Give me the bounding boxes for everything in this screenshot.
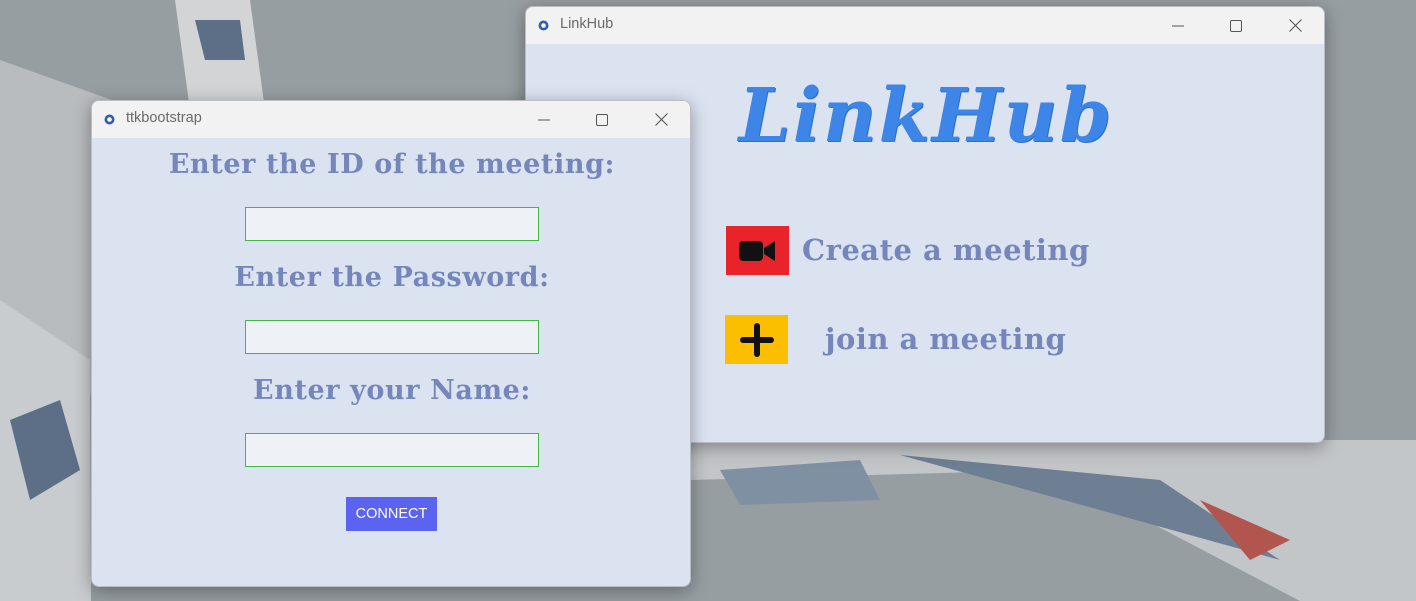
maximize-button[interactable] (579, 101, 625, 138)
linkhub-titlebar[interactable]: LinkHub (526, 7, 1324, 44)
plus-icon (739, 322, 774, 357)
close-icon (654, 113, 668, 126)
meeting-id-label: Enter the ID of the meeting: (168, 149, 616, 180)
close-button[interactable] (638, 101, 684, 138)
name-input[interactable] (245, 433, 539, 467)
ttk-titlebar[interactable]: ttkbootstrap (92, 101, 690, 138)
minimize-icon (1172, 25, 1184, 26)
create-meeting-label[interactable]: Create a meeting (802, 233, 1090, 267)
maximize-icon (596, 113, 608, 126)
app-icon (538, 20, 549, 31)
window-title: ttkbootstrap (126, 110, 202, 126)
window-title: LinkHub (560, 16, 614, 32)
connect-button[interactable]: CONNECT (346, 497, 437, 531)
close-icon (1288, 19, 1302, 32)
maximize-icon (1230, 19, 1242, 32)
join-meeting-label[interactable]: join a meeting (825, 322, 1066, 356)
meeting-id-input[interactable] (245, 207, 539, 241)
minimize-button[interactable] (1155, 7, 1201, 44)
name-label: Enter your Name: (253, 375, 531, 406)
maximize-button[interactable] (1213, 7, 1259, 44)
close-button[interactable] (1272, 7, 1318, 44)
join-meeting-window: ttkbootstrap Enter the ID of the meeting… (91, 100, 691, 587)
create-meeting-icon-button[interactable] (726, 226, 789, 275)
join-meeting-icon-button[interactable] (725, 315, 788, 364)
video-camera-icon (738, 240, 775, 261)
password-label: Enter the Password: (234, 262, 550, 293)
minimize-button[interactable] (521, 101, 567, 138)
app-icon (104, 114, 115, 125)
minimize-icon (538, 119, 550, 120)
password-input[interactable] (245, 320, 539, 354)
